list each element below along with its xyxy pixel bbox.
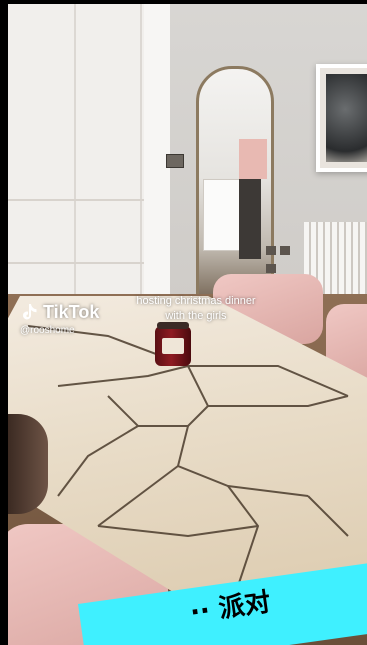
video-frame: hosting christmas dinner with the girls … xyxy=(8,4,367,645)
red-candle xyxy=(155,322,191,366)
video-caption: hosting christmas dinner with the girls xyxy=(106,294,286,324)
mirror-reflection-fridge xyxy=(239,179,261,259)
candle-label xyxy=(162,338,184,354)
tiktok-watermark: TikTok @rooshome xyxy=(20,302,99,336)
tiktok-note-icon xyxy=(23,303,37,319)
wardrobe xyxy=(8,4,144,304)
tiktok-wordmark: TikTok xyxy=(43,302,100,322)
wardrobe-divider xyxy=(8,199,144,201)
light-switch xyxy=(166,154,184,168)
artwork xyxy=(326,74,367,162)
wall-art xyxy=(316,64,367,172)
creator-handle: @rooshome xyxy=(20,325,75,336)
wardrobe-door xyxy=(8,4,76,304)
wardrobe-divider xyxy=(8,262,144,264)
caption-line: hosting christmas dinner xyxy=(136,295,256,307)
banner-text: ·· 派对 xyxy=(188,587,273,629)
person-arm xyxy=(8,414,48,514)
wardrobe-door xyxy=(74,4,142,304)
caption-line: with the girls xyxy=(165,310,227,322)
tiktok-brand: TikTok xyxy=(20,302,99,323)
wall-sockets xyxy=(266,242,306,273)
mirror-reflection-wall xyxy=(239,139,267,179)
